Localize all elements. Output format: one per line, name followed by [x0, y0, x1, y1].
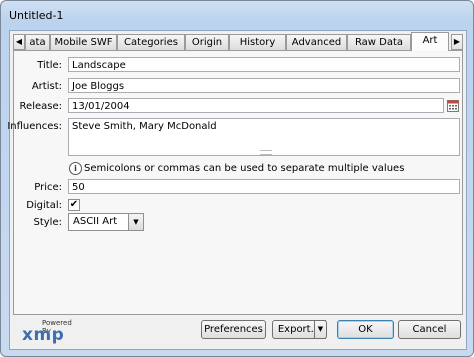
artist-field[interactable]: Joe Bloggs: [68, 78, 460, 93]
price-label: Price:: [34, 182, 62, 193]
info-icon: i: [69, 162, 82, 175]
logo-xmp: xmp: [22, 325, 65, 345]
title-bar[interactable]: Untitled-1: [1, 1, 473, 29]
tab-mobile-swf[interactable]: Mobile SWF: [50, 34, 117, 50]
tab-raw-data[interactable]: Raw Data: [347, 34, 411, 50]
ok-button[interactable]: OK: [337, 320, 394, 339]
title-field[interactable]: Landscape: [68, 57, 460, 72]
hint-text: Semicolons or commas can be used to sepa…: [84, 163, 405, 174]
resize-grip[interactable]: [260, 150, 272, 155]
tab-categories[interactable]: Categories: [117, 34, 185, 50]
export-menu-arrow-icon[interactable]: ▼: [314, 320, 327, 339]
influences-label: Influences:: [7, 121, 62, 132]
tab-scroll-right-icon[interactable]: ▶: [451, 34, 463, 50]
tab-art[interactable]: Art: [411, 32, 449, 51]
chevron-down-icon[interactable]: ▼: [128, 214, 143, 230]
dialog-window: Untitled-1 ◀ ata Mobile SWF Categories O…: [0, 0, 474, 357]
calendar-icon[interactable]: [447, 100, 459, 112]
dialog-body: ◀ ata Mobile SWF Categories Origin Histo…: [7, 30, 467, 350]
release-label: Release:: [19, 101, 62, 112]
art-panel: Title: Landscape Artist: Joe Bloggs Rele…: [7, 50, 463, 315]
preferences-button[interactable]: Preferences: [201, 320, 266, 339]
digital-checkbox[interactable]: ✔: [68, 199, 80, 211]
tab-strip: ◀ ata Mobile SWF Categories Origin Histo…: [13, 32, 463, 51]
artist-label: Artist:: [31, 81, 62, 92]
cancel-button[interactable]: Cancel: [398, 320, 461, 339]
tab-history[interactable]: History: [229, 34, 286, 50]
release-field[interactable]: 13/01/2004: [68, 98, 444, 113]
style-label: Style:: [33, 217, 63, 228]
title-label: Title:: [37, 60, 62, 71]
digital-label: Digital:: [26, 200, 62, 211]
style-dropdown[interactable]: ASCII Art ▼: [68, 213, 144, 231]
tab-origin[interactable]: Origin: [185, 34, 229, 50]
tab-scroll-left-icon[interactable]: ◀: [13, 34, 25, 50]
influences-text: Steve Smith, Mary McDonald: [72, 121, 217, 132]
style-selected-value: ASCII Art: [73, 216, 118, 227]
price-field[interactable]: 50: [68, 179, 460, 194]
window-title: Untitled-1: [9, 9, 64, 22]
xmp-logo: Powered By xmp: [22, 319, 82, 345]
tab-metadata[interactable]: ata: [25, 34, 50, 50]
tab-advanced[interactable]: Advanced: [286, 34, 347, 50]
